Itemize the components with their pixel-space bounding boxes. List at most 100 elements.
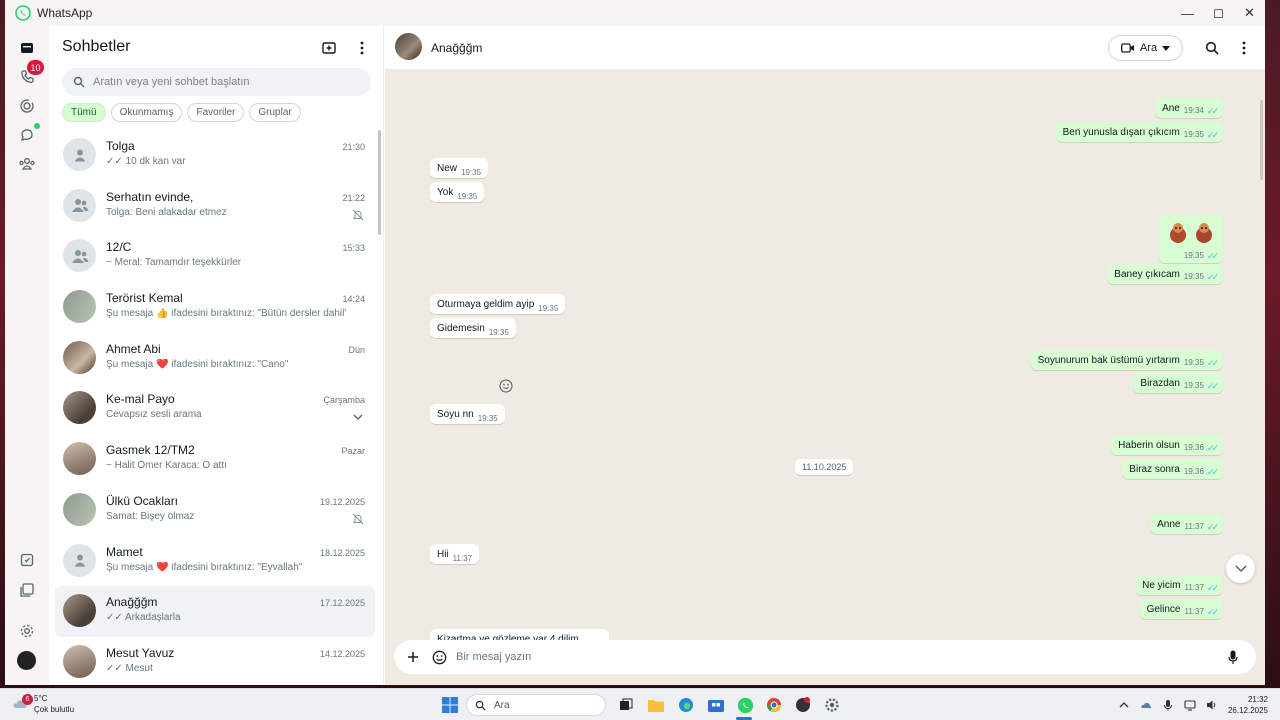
chat-list-item[interactable]: Tolga ✓✓ 10 dk kan var 21:30 (55, 130, 375, 181)
call-button[interactable]: Ara (1108, 35, 1183, 61)
chrome-button[interactable] (764, 695, 784, 715)
messages-scrollbar[interactable] (1260, 100, 1263, 180)
voice-message-button[interactable] (1224, 648, 1242, 666)
weather-widget[interactable]: 6 5°C Çok bulutlu (12, 693, 74, 715)
new-chat-button[interactable] (320, 39, 338, 57)
outgoing-message[interactable]: Gelince 11:37 ✓✓ (1139, 599, 1223, 619)
chat-list-item[interactable]: Gasmek 12/TM2 ~ Halit Ömer Karaca: O attı… (55, 434, 375, 485)
clock[interactable]: 21:32 26.12.2025 (1228, 694, 1268, 716)
outgoing-message[interactable]: 19:35 ✓✓ (1159, 215, 1223, 263)
volume-icon[interactable] (1206, 699, 1218, 711)
contact-name[interactable]: Anağğğm (431, 41, 482, 55)
message-time: 11:37 (1184, 583, 1204, 592)
contact-avatar (63, 594, 96, 628)
incoming-message[interactable]: Yok 19:35 (430, 182, 485, 202)
chat-list: Tolga ✓✓ 10 dk kan var 21:30 Serhatın evind… (55, 130, 375, 685)
status-nav-button[interactable] (15, 94, 39, 118)
settings-nav-button[interactable] (15, 619, 39, 643)
outgoing-message[interactable]: Biraz sonra 19:36 ✓✓ (1122, 459, 1223, 479)
outgoing-message[interactable]: Baney çıkıcam 19:35 ✓✓ (1107, 264, 1223, 284)
incoming-message[interactable]: Soyu nn 19:35 (430, 404, 505, 424)
store-button[interactable] (706, 695, 726, 715)
profile-avatar[interactable] (17, 651, 36, 670)
search-messages-button[interactable] (1203, 39, 1221, 57)
message-meta: 19:35 (538, 301, 558, 313)
message-text: Soyu nn (437, 409, 474, 420)
chat-list-item[interactable]: Ke-mal Payo Cevapsız sesli arama Çarşamba (55, 383, 375, 434)
outgoing-message[interactable]: Haberin olsun 19:36 ✓✓ (1111, 435, 1223, 455)
gear-icon (20, 624, 34, 638)
incoming-message[interactable]: Gidemesin 19:35 (430, 318, 516, 338)
filter-all[interactable]: Tümü (62, 103, 106, 122)
panel-menu-button[interactable] (353, 39, 371, 57)
contact-avatar[interactable] (395, 33, 422, 60)
chat-list-item[interactable]: Mesut Yavuz ✓✓ Mesut 14.12.2025 (55, 637, 375, 685)
chats-icon (21, 43, 33, 53)
chat-list-item[interactable]: Terörist Kemal Şu mesaja 👍 ifadesini bıra… (55, 282, 375, 333)
chat-list-item[interactable]: Serhatın evinde, Tolga: Beni alakadar etm… (55, 181, 375, 232)
outgoing-message[interactable]: Ane 19:34 ✓✓ (1155, 98, 1223, 118)
chevron-down-icon[interactable] (352, 410, 364, 422)
incoming-message[interactable]: Hii 11:37 (430, 544, 480, 564)
attach-button[interactable] (404, 648, 422, 666)
outgoing-message[interactable]: Anne 11:37 ✓✓ (1150, 514, 1223, 534)
message-input[interactable] (456, 651, 1216, 663)
filter-groups[interactable]: Gruplar (249, 103, 301, 122)
contact-avatar (63, 442, 96, 476)
chat-list-item[interactable]: Anağğğm ✓✓ Arkadaşlarla 17.12.2025 (55, 586, 375, 637)
search-input[interactable] (93, 76, 353, 88)
maximize-button[interactable]: ◻ (1203, 0, 1234, 26)
incoming-message[interactable]: New 19:35 (430, 158, 489, 178)
filter-unread[interactable]: Okunmamış (110, 103, 183, 122)
outgoing-message[interactable]: Soyunurum bak üstümü yırtarım 19:35 ✓✓ (1030, 350, 1223, 370)
chat-list-item[interactable]: Ahmet Abi Şu mesaja ❤️ ifadesini bıraktın… (55, 333, 375, 384)
start-button[interactable] (440, 695, 460, 715)
sticker-button[interactable] (430, 648, 448, 666)
task-view-button[interactable] (616, 695, 636, 715)
chevron-up-icon[interactable] (1118, 699, 1130, 711)
microphone-icon[interactable] (1162, 699, 1174, 711)
chat-time: 14:24 (342, 294, 365, 305)
starred-nav-button[interactable] (15, 548, 39, 572)
react-emoji-icon[interactable] (499, 379, 513, 393)
conversation-menu-button[interactable] (1235, 39, 1253, 57)
communities-nav-button[interactable] (15, 152, 39, 176)
chat-list-item[interactable]: Ülkü Ocakları Samat: Bişey olmaz 19.12.202… (55, 485, 375, 536)
file-explorer-button[interactable] (646, 695, 666, 715)
outgoing-message[interactable]: Ben yunusla dışarı çıkıcım 19:35 ✓✓ (1055, 122, 1223, 142)
edge-button[interactable] (676, 695, 696, 715)
message-time: 19:35 (457, 192, 478, 201)
chat-list-scrollbar[interactable] (378, 130, 381, 235)
app-button[interactable] (793, 695, 813, 715)
scroll-to-bottom-button[interactable] (1226, 554, 1255, 583)
chat-time: Pazar (341, 446, 365, 457)
chat-list-item[interactable]: 12/C ~ Meral: Tamamdır teşekkürler 15:33 (55, 231, 375, 282)
chats-nav-button[interactable] (15, 36, 39, 60)
incoming-message[interactable]: Kizartma ve gözleme var 4 dilim11:37 (430, 629, 610, 640)
message-time: 19:35 (477, 414, 498, 423)
message-meta: 19:36 ✓✓ (1184, 440, 1219, 453)
sticker-images (1166, 220, 1216, 244)
incoming-message[interactable]: Oturmaya geldim ayip 19:35 (430, 294, 566, 314)
outgoing-message[interactable]: Ne yicim 11:37 ✓✓ (1135, 575, 1223, 595)
outgoing-message[interactable]: Birazdan 19:35 ✓✓ (1133, 373, 1223, 393)
chat-list-item[interactable]: Mamet Şu mesaja ❤️ ifadesini bıraktınız: … (55, 536, 375, 587)
media-nav-button[interactable] (15, 578, 39, 602)
filter-favorites[interactable]: Favoriler (187, 103, 245, 122)
weather-desc: Çok bulutlu (34, 705, 75, 714)
close-window-button[interactable]: ✕ (1234, 0, 1265, 26)
chat-time: 15:33 (342, 243, 365, 254)
message-text: Oturmaya geldim ayip (437, 299, 535, 310)
message-time: 19:35 (488, 328, 509, 337)
whatsapp-taskbar-button[interactable] (735, 695, 755, 715)
settings-taskbar-button[interactable] (822, 695, 842, 715)
message-composer (394, 640, 1256, 674)
message-meta: 11:37 ✓✓ (1184, 580, 1219, 593)
message-meta: 19:35 ✓✓ (1184, 355, 1219, 368)
new-chat-icon (322, 42, 336, 54)
taskbar-search[interactable]: Ara (466, 694, 606, 716)
minimize-button[interactable]: — (1172, 0, 1203, 26)
network-icon[interactable] (1184, 699, 1196, 711)
cloud-sync-icon[interactable] (1140, 699, 1152, 711)
chat-time: 21:22 (342, 192, 365, 203)
